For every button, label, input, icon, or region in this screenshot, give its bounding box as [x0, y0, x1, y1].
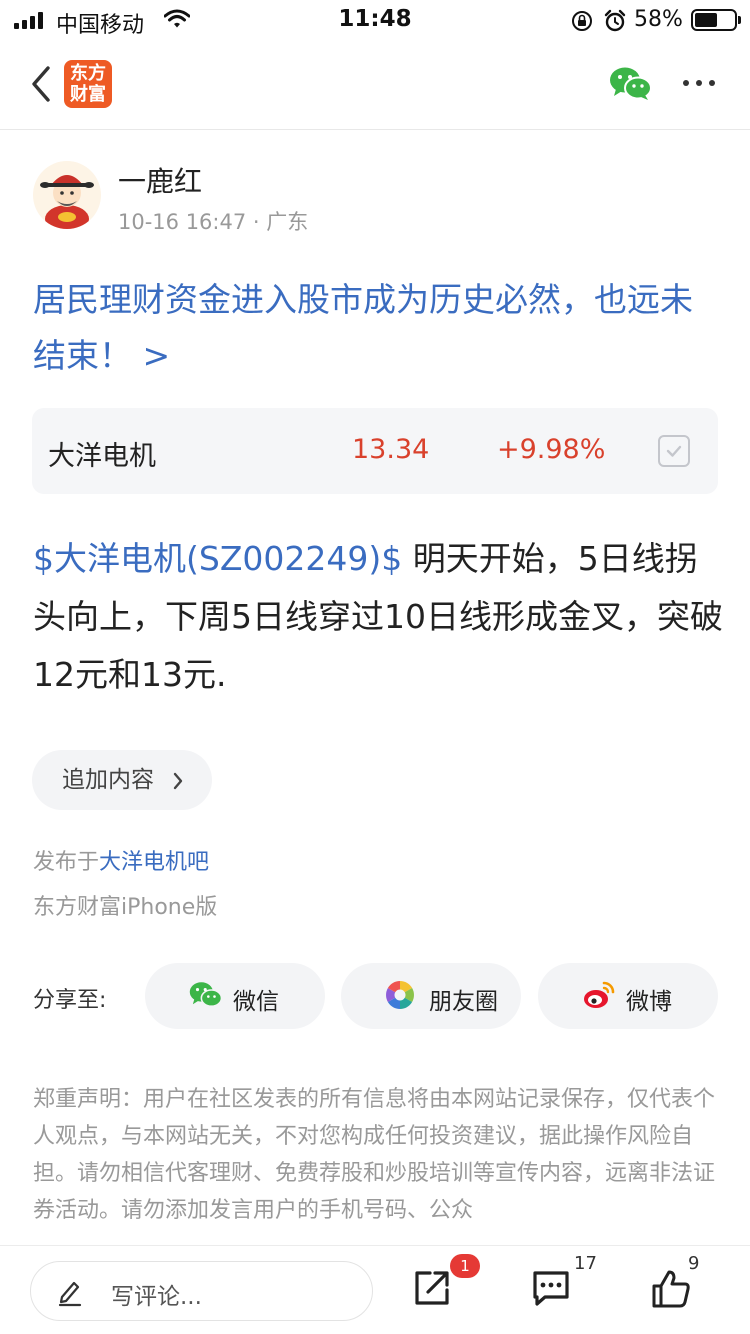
stock-price: 13.34 [352, 434, 430, 465]
disclaimer-text: 郑重声明：用户在社区发表的所有信息将由本网站记录保存，仅代表个人观点，与本网站无… [33, 1087, 716, 1223]
published-prefix: 发布于 [33, 850, 100, 875]
add-content-button[interactable]: 追加内容 [32, 750, 212, 810]
comment-count: 17 [574, 1253, 597, 1274]
eastmoney-logo[interactable]: 东方 财富 [64, 60, 112, 108]
chevron-right-icon [173, 772, 183, 790]
more-icon[interactable] [683, 80, 715, 86]
back-icon[interactable] [26, 64, 56, 104]
comment-input[interactable]: 写评论... [30, 1261, 373, 1321]
share-weibo-button[interactable]: 微博 [538, 963, 718, 1029]
add-content-label: 追加内容 [62, 767, 154, 793]
comment-placeholder: 写评论... [111, 1284, 202, 1310]
nav-bar: 东方 财富 [0, 40, 750, 130]
post-meta: 10-16 16:47 · 广东 [118, 206, 308, 236]
alarm-icon [604, 9, 626, 32]
weibo-icon [584, 981, 615, 1008]
logo-text-line2: 财富 [70, 84, 106, 105]
post-date: 10-16 16:47 [118, 210, 247, 234]
stock-change: +9.98% [497, 434, 606, 465]
post-location: 广东 [266, 210, 309, 234]
client-source: 东方财富iPhone版 [33, 895, 218, 920]
stock-card[interactable]: 大洋电机 13.34 +9.98% [32, 408, 718, 494]
stock-bar-link[interactable]: 大洋电机吧 [99, 850, 209, 875]
wechat-icon [189, 982, 223, 1007]
status-bar: 中国移动 11:48 58% [0, 0, 750, 40]
orientation-lock-icon [572, 11, 592, 31]
bottom-action-bar: 写评论... 1 17 9 [0, 1245, 750, 1334]
published-in: 发布于大洋电机吧 [33, 844, 209, 876]
like-count: 9 [688, 1253, 700, 1274]
wechat-icon[interactable] [609, 66, 653, 102]
avatar[interactable] [33, 161, 101, 229]
share-moments-label: 朋友圈 [429, 989, 498, 1015]
logo-text-line1: 东方 [70, 63, 106, 84]
share-moments-button[interactable]: 朋友圈 [341, 963, 521, 1029]
share-weibo-label: 微博 [626, 989, 672, 1015]
share-icon[interactable] [412, 1268, 452, 1308]
pen-icon [58, 1281, 82, 1307]
post-body: $大洋电机(SZ002249)$ 明天开始，5日线拐头向上，下周5日线穿过10日… [33, 530, 723, 704]
add-watchlist-checkbox[interactable] [658, 435, 690, 467]
share-wechat-button[interactable]: 微信 [145, 963, 325, 1029]
share-wechat-label: 微信 [233, 989, 279, 1015]
battery-icon [691, 9, 741, 31]
comment-icon[interactable] [530, 1268, 572, 1308]
author-name[interactable]: 一鹿红 [118, 160, 202, 200]
headline-link[interactable]: 居民理财资金进入股市成为历史必然，也远未结束！ > [33, 272, 723, 384]
meta-separator: · [252, 210, 260, 234]
share-label: 分享至: [33, 988, 107, 1013]
like-icon[interactable] [650, 1268, 692, 1310]
battery-percent: 58% [634, 7, 683, 32]
stock-name: 大洋电机 [48, 441, 156, 472]
moments-icon [386, 981, 414, 1009]
share-badge: 1 [450, 1254, 480, 1278]
stock-tag-link[interactable]: $大洋电机(SZ002249)$ [33, 539, 402, 578]
